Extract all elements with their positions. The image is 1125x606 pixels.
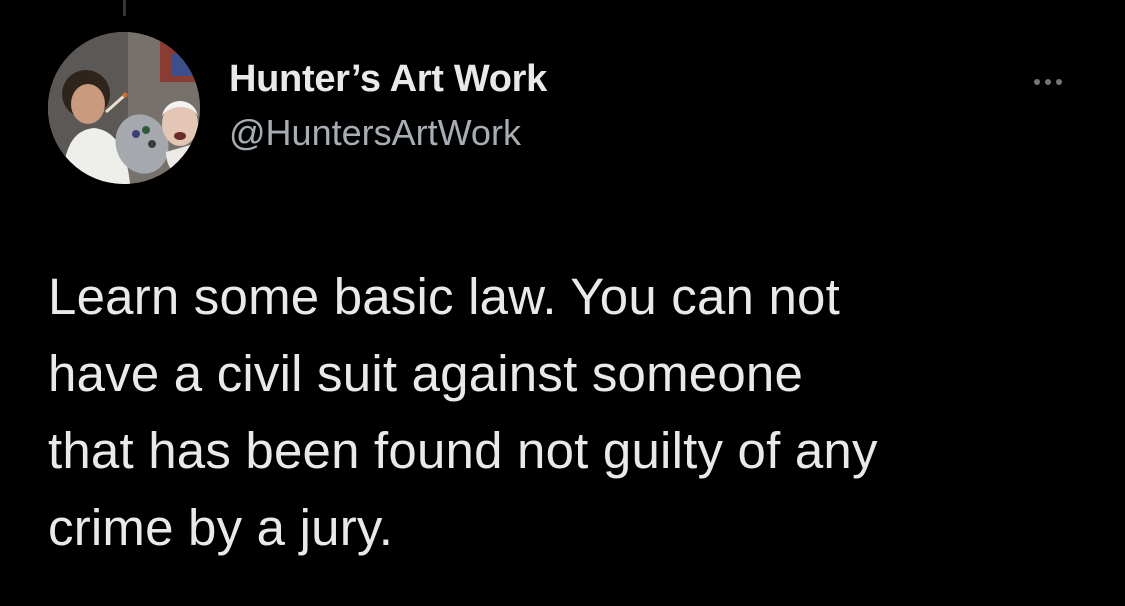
avatar[interactable] (48, 32, 200, 184)
more-options-button[interactable] (1024, 70, 1072, 94)
author-display-name[interactable]: Hunter’s Art Work (229, 58, 547, 101)
more-horizontal-icon (1034, 79, 1040, 85)
author-handle[interactable]: @HuntersArtWork (229, 112, 521, 154)
thread-connector-line (123, 0, 126, 16)
more-horizontal-icon (1045, 79, 1051, 85)
avatar-image (48, 32, 200, 184)
more-horizontal-icon (1056, 79, 1062, 85)
tweet-text: Learn some basic law. You can not have a… (48, 268, 878, 556)
